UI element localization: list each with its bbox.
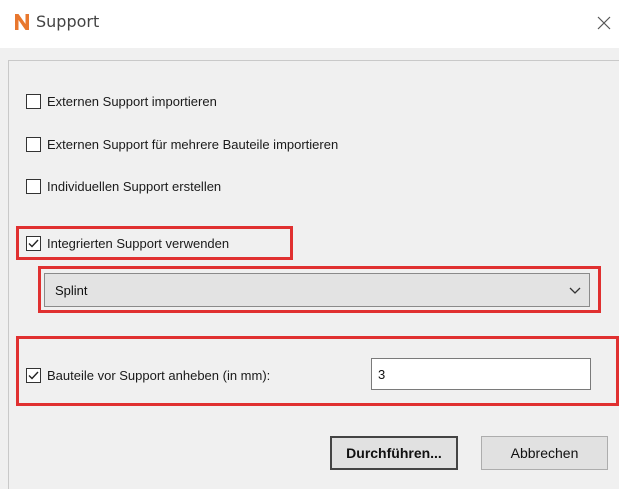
import-external-option[interactable]: Externen Support importieren bbox=[26, 92, 217, 110]
lift-parts-option[interactable]: Bauteile vor Support anheben (in mm): bbox=[26, 366, 270, 384]
support-dialog: Support Externen Support importieren Ext… bbox=[0, 0, 619, 489]
import-external-checkbox[interactable] bbox=[26, 93, 41, 109]
execute-button[interactable]: Durchführen... bbox=[330, 436, 458, 470]
use-integrated-option[interactable]: Integrierten Support verwenden bbox=[26, 234, 229, 252]
checkmark-icon bbox=[28, 371, 39, 380]
import-external-multi-label: Externen Support für mehrere Bauteile im… bbox=[47, 136, 339, 152]
cancel-button[interactable]: Abbrechen bbox=[481, 436, 608, 470]
use-integrated-checkbox[interactable] bbox=[26, 235, 41, 251]
import-external-multi-checkbox[interactable] bbox=[26, 136, 41, 152]
lift-parts-label: Bauteile vor Support anheben (in mm): bbox=[47, 367, 271, 383]
support-type-dropdown[interactable]: Splint bbox=[44, 273, 590, 307]
app-logo-icon bbox=[15, 14, 29, 30]
title-bar: Support bbox=[0, 0, 619, 48]
create-custom-option[interactable]: Individuellen Support erstellen bbox=[26, 177, 221, 195]
lift-height-input[interactable] bbox=[371, 358, 591, 390]
use-integrated-label: Integrierten Support verwenden bbox=[47, 235, 230, 251]
checkmark-icon bbox=[28, 239, 39, 248]
import-external-multi-option[interactable]: Externen Support für mehrere Bauteile im… bbox=[26, 135, 338, 153]
import-external-label: Externen Support importieren bbox=[47, 93, 217, 109]
create-custom-checkbox[interactable] bbox=[26, 178, 41, 194]
lift-parts-checkbox[interactable] bbox=[26, 367, 41, 383]
create-custom-label: Individuellen Support erstellen bbox=[47, 178, 222, 194]
support-type-value: Splint bbox=[55, 283, 88, 298]
window-title: Support bbox=[36, 12, 100, 31]
close-button[interactable] bbox=[589, 8, 619, 38]
close-icon bbox=[597, 16, 611, 30]
chevron-down-icon bbox=[569, 287, 581, 294]
